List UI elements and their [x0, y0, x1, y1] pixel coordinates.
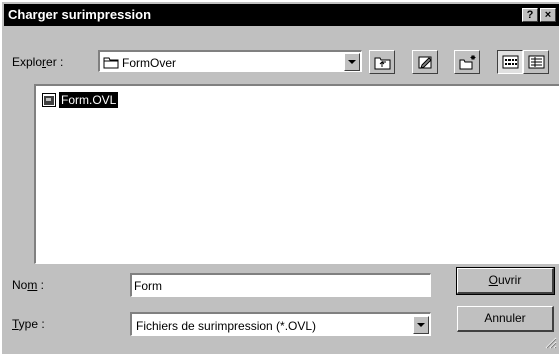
cancel-button[interactable]: Annuler [457, 306, 554, 332]
file-name: Form.OVL [57, 91, 120, 109]
folder-icon [103, 55, 119, 72]
open-button[interactable]: Ouvrir [456, 267, 555, 295]
filetype-combo[interactable]: Fichiers de surimpression (*.OVL) [130, 312, 431, 336]
lookin-combo[interactable]: FormOver [98, 50, 362, 72]
lookin-label-part2: er : [46, 55, 64, 69]
close-button[interactable]: × [540, 8, 556, 22]
filetype-label-part2: ype : [18, 317, 45, 331]
filetype-label-accel: T [12, 317, 19, 331]
filename-label-accel: m [27, 278, 38, 292]
lookin-value: FormOver [122, 56, 176, 70]
lookin-label: Explorer : [12, 55, 63, 69]
lookin-label-part: Explo [12, 55, 43, 69]
open-button-accel: O [488, 273, 498, 287]
help-button[interactable]: ? [522, 8, 538, 22]
desktop-button[interactable] [412, 50, 438, 74]
filetype-label: Type : [12, 317, 45, 331]
overlay-file-icon [42, 93, 56, 110]
filetype-value: Fichiers de surimpression (*.OVL) [136, 319, 317, 333]
filename-label-part2: : [37, 278, 45, 292]
filetype-dropdown-arrow[interactable] [413, 316, 429, 334]
open-overlay-dialog: Charger surimpression ? × Explorer : For… [0, 0, 559, 354]
window-title: Charger surimpression [8, 7, 152, 22]
open-button-label: uvrir [498, 273, 522, 287]
up-folder-button[interactable] [369, 50, 395, 74]
lookin-dropdown-arrow[interactable] [344, 53, 360, 71]
resize-grip-icon[interactable] [545, 337, 557, 352]
new-folder-button[interactable] [454, 50, 480, 74]
file-list[interactable]: Form.OVL [34, 84, 559, 264]
details-view-button[interactable] [523, 50, 549, 74]
filename-input[interactable]: Form [130, 273, 431, 297]
filename-label: Nom : [12, 278, 44, 292]
title-bar[interactable]: Charger surimpression ? × [4, 4, 559, 26]
filename-label-part: No [12, 278, 28, 292]
list-view-button[interactable] [497, 50, 523, 74]
